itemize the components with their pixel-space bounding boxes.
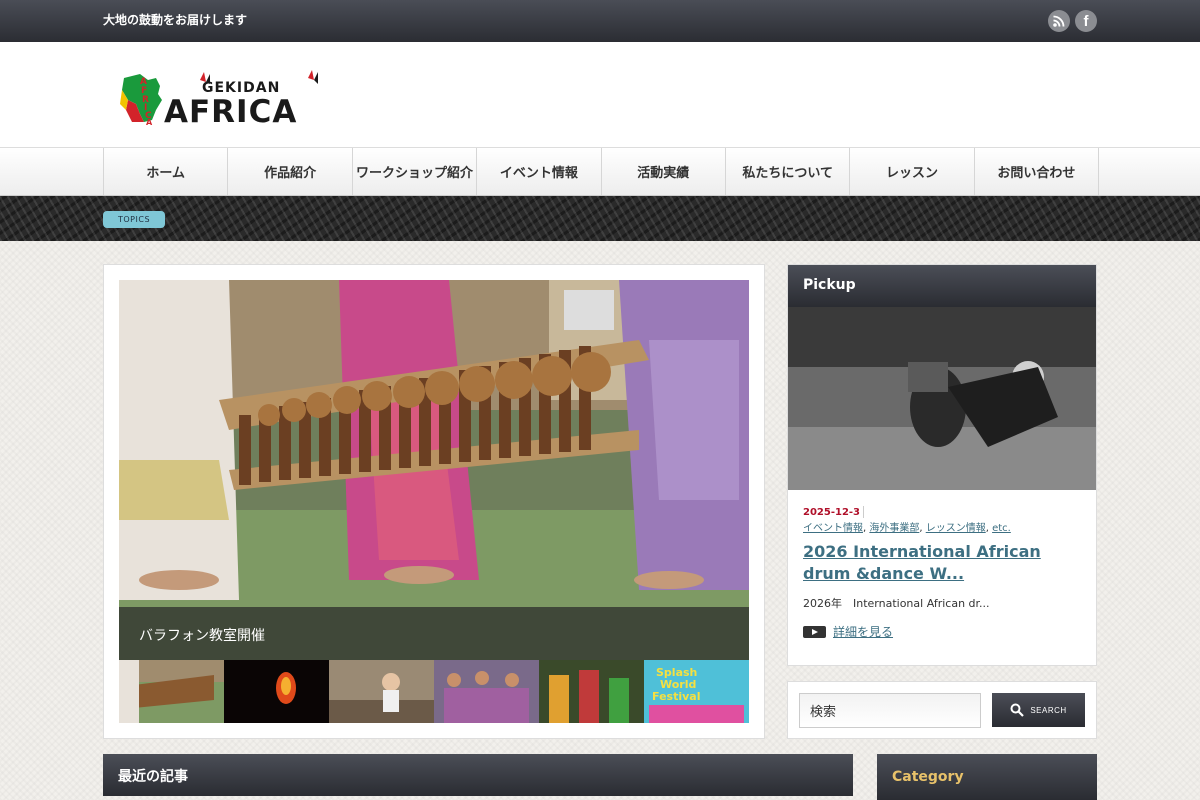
thumb-festival[interactable]: [539, 660, 644, 723]
nav-item-events[interactable]: イベント情報: [477, 148, 602, 195]
pickup-heading: Pickup: [788, 265, 1096, 307]
pickup-separator: [863, 506, 864, 518]
logo-word-main: AFRICA: [164, 94, 297, 126]
search-button-label: SEARCH: [1030, 705, 1067, 715]
topics-badge: TOPICS: [103, 211, 165, 228]
nav-item-contact[interactable]: お問い合わせ: [975, 148, 1100, 195]
more-label: 詳細を見る: [833, 625, 894, 639]
nav-item-home[interactable]: ホーム: [104, 148, 229, 195]
search-button[interactable]: SEARCH: [992, 693, 1085, 727]
pickup-more-link[interactable]: 詳細を見る: [803, 623, 893, 640]
category-link[interactable]: レッスン情報: [926, 523, 986, 534]
arrow-right-icon: [803, 625, 826, 638]
site-tagline: 大地の鼓動をお届けします: [103, 13, 248, 27]
nav-item-about[interactable]: 私たちについて: [726, 148, 851, 195]
logo-letter: A: [146, 118, 153, 126]
site-logo[interactable]: A F R I C A GEKIDAN AFRICA: [118, 70, 333, 130]
slide-caption[interactable]: バラフォン教室開催: [119, 607, 749, 660]
category-link[interactable]: etc.: [992, 523, 1011, 534]
slider-thumbnails: Splash World Festival: [119, 660, 749, 723]
thumb-group[interactable]: [434, 660, 539, 723]
nav-item-works[interactable]: 作品紹介: [228, 148, 353, 195]
featured-slider: バラフォン教室開催 Splash World Festival: [103, 264, 765, 739]
search-icon: [1010, 703, 1025, 717]
top-bar: 大地の鼓動をお届けします f: [0, 0, 1200, 42]
pickup-categories: イベント情報, 海外事業部, レッスン情報, etc.: [803, 523, 1011, 534]
thumb-balafon[interactable]: [119, 660, 224, 723]
splash-word: Festival: [652, 690, 700, 703]
nav-item-activity[interactable]: 活動実績: [602, 148, 726, 195]
nav-item-workshop[interactable]: ワークショップ紹介: [353, 148, 478, 195]
main-nav: ホーム 作品紹介 ワークショップ紹介 イベント情報 活動実績 私たちについて レ…: [0, 147, 1200, 196]
thumb-fire[interactable]: [224, 660, 329, 723]
nav-item-lesson[interactable]: レッスン: [850, 148, 975, 195]
recent-posts-heading: 最近の記事: [103, 754, 853, 796]
search-input[interactable]: [799, 693, 981, 728]
pickup-excerpt: 2026年 International African dr...: [803, 597, 990, 610]
pickup-image[interactable]: [788, 307, 1096, 490]
pickup-widget: Pickup 2025-12-3 イベント情報, 海外事業部, レッスン情報, …: [787, 264, 1097, 666]
pickup-title[interactable]: 2026 International African drum &dance W…: [803, 541, 1083, 585]
category-link[interactable]: 海外事業部: [869, 523, 919, 534]
facebook-icon[interactable]: f: [1075, 10, 1097, 32]
search-widget: SEARCH: [787, 681, 1097, 739]
pickup-date: 2025-12-3: [803, 507, 861, 518]
category-heading: Category: [877, 754, 1097, 800]
thumb-splash[interactable]: Splash World Festival: [644, 660, 749, 723]
slide-image[interactable]: バラフォン教室開催: [119, 280, 749, 660]
topics-band: TOPICS: [0, 196, 1200, 241]
thumb-child[interactable]: [329, 660, 434, 723]
rss-icon[interactable]: [1048, 10, 1070, 32]
category-link[interactable]: イベント情報: [803, 523, 863, 534]
